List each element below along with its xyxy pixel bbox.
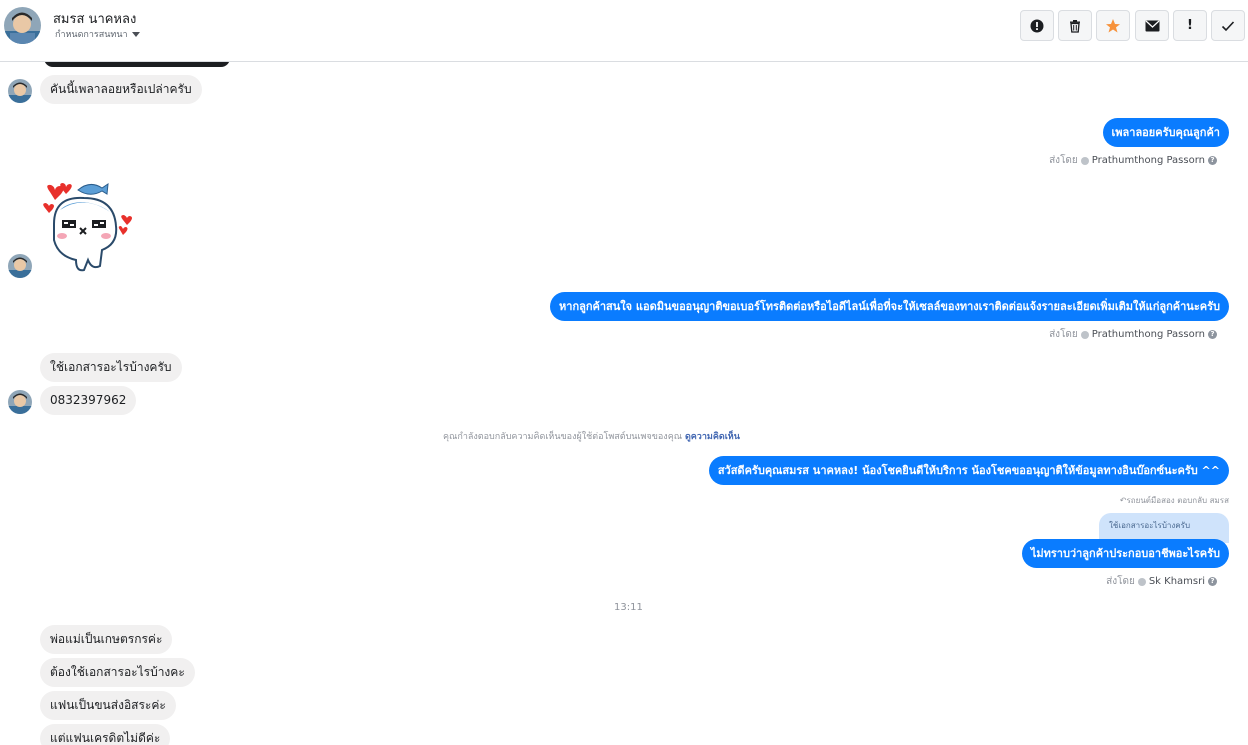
agent-name[interactable]: Sk Khamsri bbox=[1149, 576, 1205, 587]
check-circle-icon bbox=[1080, 330, 1089, 339]
incoming-message[interactable]: ต้องใช้เอกสารอะไรบ้างคะ bbox=[40, 658, 195, 687]
contact-avatar[interactable] bbox=[4, 7, 41, 44]
help-icon[interactable]: ? bbox=[1208, 156, 1217, 165]
sent-by-label: ส่งโดย Prathumthong Passorn ? bbox=[1049, 327, 1217, 342]
replied-to-label: ↶รถยนต์มือสอง ตอบกลับ สมรส bbox=[1119, 496, 1229, 505]
sent-by-label: ส่งโดย Prathumthong Passorn ? bbox=[1049, 153, 1217, 168]
check-circle-icon bbox=[1080, 156, 1089, 165]
outgoing-message[interactable]: สวัสดีครับคุณสมรส นาคหลง! น้องโชคยินดีให… bbox=[708, 456, 1229, 485]
conversation-header: สมรส นาคหลง กำหนดการสนทนา ! bbox=[0, 0, 1248, 62]
trash-icon bbox=[1070, 19, 1080, 33]
contact-name: สมรส นาคหลง bbox=[53, 12, 137, 27]
timestamp-divider: 13:11 bbox=[614, 602, 643, 613]
messenger-inbox: สมรส นาคหลง กำหนดการสนทนา ! คันนี้เพลาลอ… bbox=[0, 0, 1248, 745]
agent-name[interactable]: Prathumthong Passorn bbox=[1092, 329, 1205, 340]
reply-quote-text: ใช้เอกสารอะไรบ้างครับ bbox=[1109, 521, 1191, 530]
star-button[interactable] bbox=[1096, 10, 1130, 41]
comment-reply-note: คุณกำลังตอบกลับความคิดเห็นของผู้ใช้ต่อโพ… bbox=[443, 429, 740, 443]
exclamation-icon: ! bbox=[1187, 18, 1193, 33]
incoming-message[interactable]: ใช้เอกสารอะไรบ้างครับ bbox=[40, 353, 182, 382]
incoming-message[interactable]: 0832397962 bbox=[40, 386, 137, 415]
incoming-message[interactable]: แต่แฟนเครดิตไม่ดีค่ะ bbox=[40, 724, 171, 745]
agent-name[interactable]: Prathumthong Passorn bbox=[1092, 155, 1205, 166]
incoming-message[interactable]: พ่อแม่เป็นเกษตรกรค่ะ bbox=[40, 625, 173, 654]
sent-by-prefix: ส่งโดย bbox=[1049, 329, 1078, 340]
delete-button[interactable] bbox=[1058, 10, 1092, 41]
sent-by-prefix: ส่งโดย bbox=[1049, 155, 1078, 166]
sticker-message[interactable] bbox=[40, 180, 138, 272]
help-icon[interactable]: ? bbox=[1208, 330, 1217, 339]
alert-icon bbox=[1030, 19, 1044, 32]
customer-avatar[interactable] bbox=[8, 390, 32, 414]
incoming-message[interactable]: คันนี้เพลาลอยหรือเปล่าครับ bbox=[40, 75, 202, 104]
check-icon bbox=[1221, 20, 1235, 31]
comment-reply-text: คุณกำลังตอบกลับความคิดเห็นของผู้ใช้ต่อโพ… bbox=[443, 432, 683, 442]
caret-down-icon bbox=[131, 31, 140, 37]
mail-icon bbox=[1145, 20, 1159, 31]
mail-button[interactable] bbox=[1135, 10, 1169, 41]
star-icon bbox=[1106, 18, 1120, 32]
help-icon[interactable]: ? bbox=[1208, 577, 1217, 586]
alert-button[interactable] bbox=[1020, 10, 1054, 41]
sent-by-prefix: ส่งโดย bbox=[1106, 576, 1135, 587]
assign-conversation-dropdown[interactable]: กำหนดการสนทนา bbox=[55, 27, 140, 41]
customer-avatar[interactable] bbox=[8, 79, 32, 103]
customer-avatar[interactable] bbox=[8, 254, 32, 278]
check-circle-icon bbox=[1137, 577, 1146, 586]
outgoing-message[interactable]: เพลาลอยครับคุณลูกค้า bbox=[1102, 118, 1229, 147]
sent-by-label: ส่งโดย Sk Khamsri ? bbox=[1106, 574, 1217, 589]
incoming-message[interactable]: แฟนเป็นขนส่งอิสระค่ะ bbox=[40, 691, 176, 720]
assign-label: กำหนดการสนทนา bbox=[55, 30, 128, 40]
view-comment-link[interactable]: ดูความคิดเห็น bbox=[685, 432, 740, 442]
outgoing-message[interactable]: ไม่ทราบว่าลูกค้าประกอบอาชีพอะไรครับ bbox=[1021, 539, 1229, 568]
mark-spam-button[interactable]: ! bbox=[1173, 10, 1207, 41]
mark-done-button[interactable] bbox=[1211, 10, 1245, 41]
outgoing-message[interactable]: หากลูกค้าสนใจ แอดมินขออนุญาติขอเบอร์โทรต… bbox=[550, 292, 1229, 321]
